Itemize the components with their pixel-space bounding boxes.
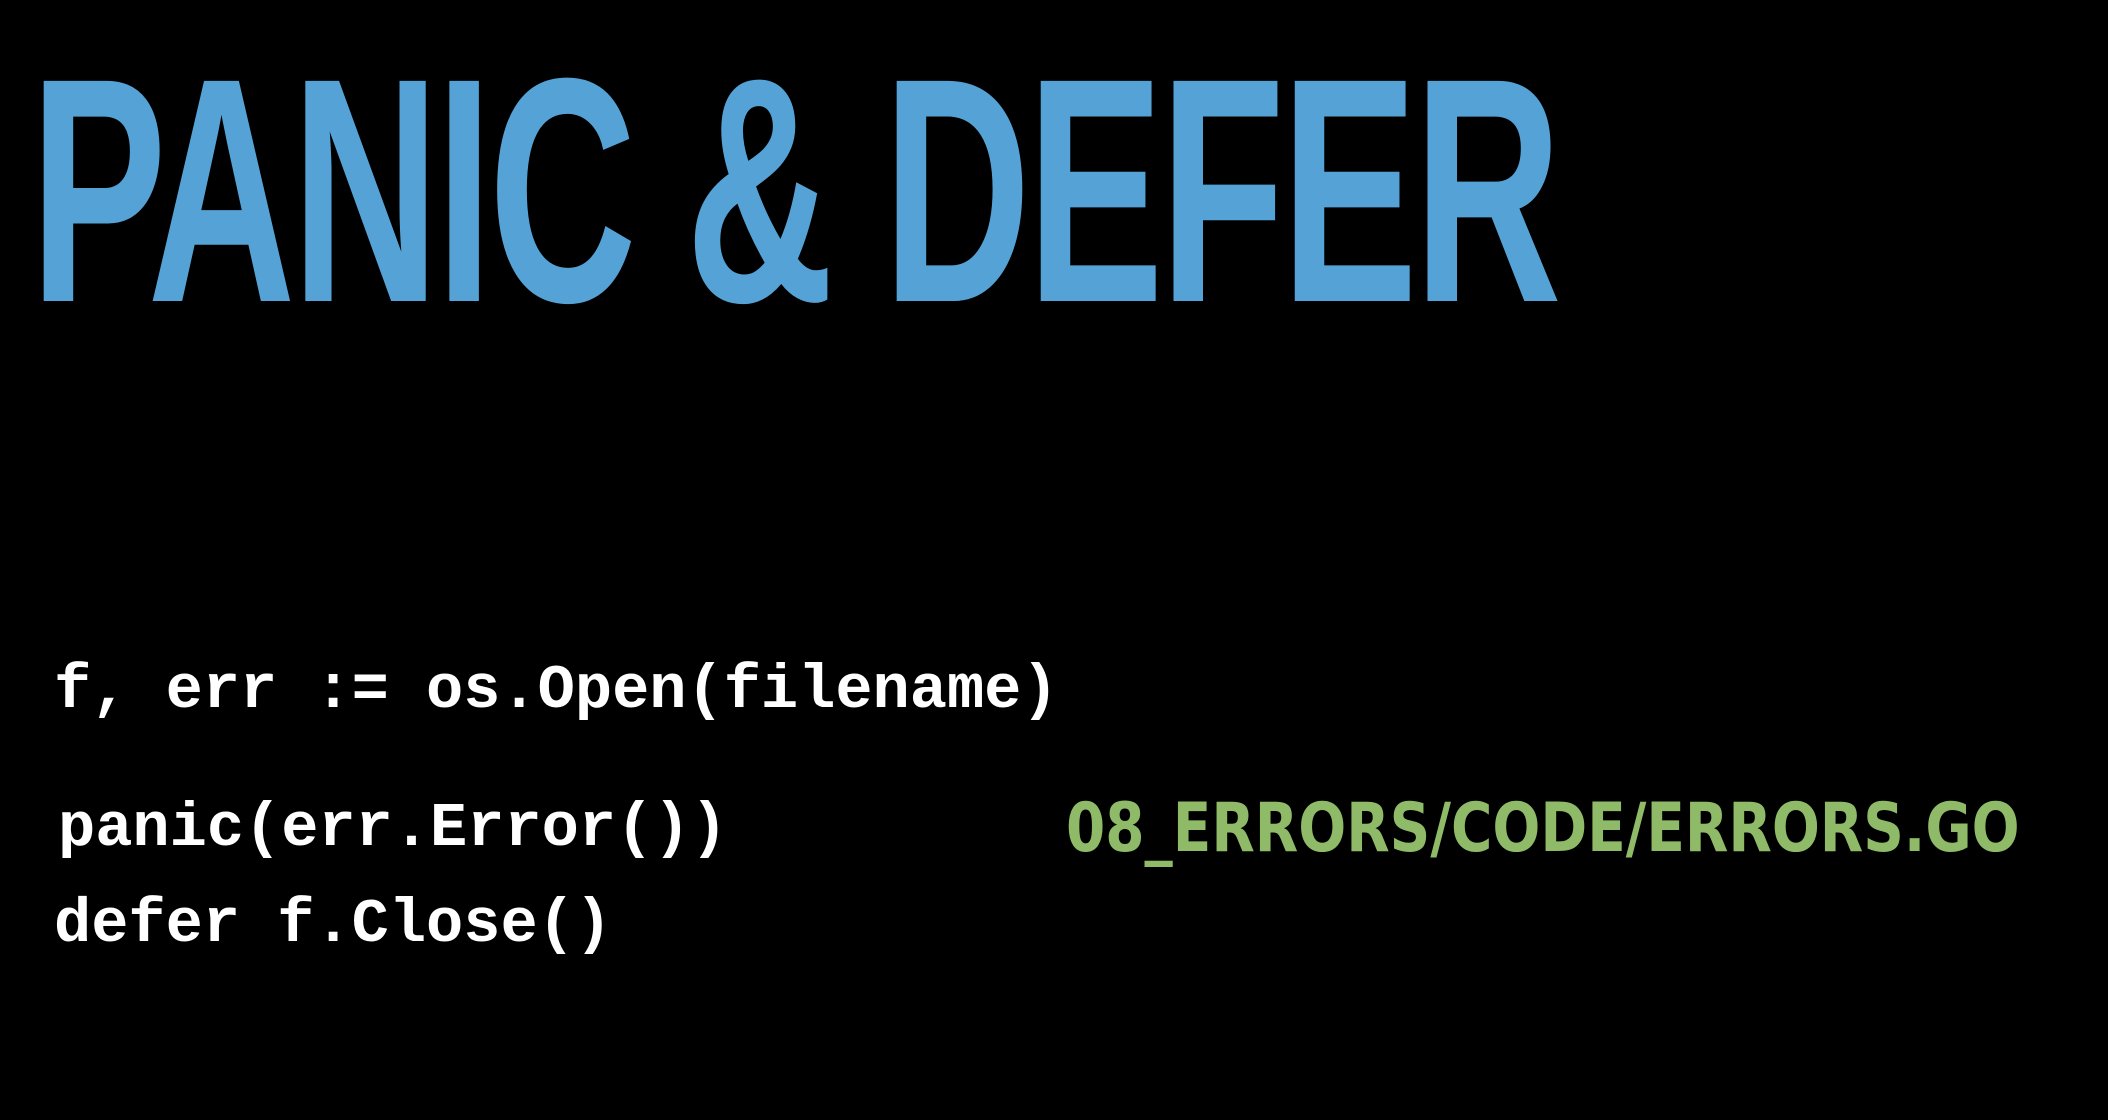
source-file-path: 08_ERRORS/CODE/ERRORS.GO xyxy=(1066,789,2020,868)
code-line-panic: panic(err.Error()) xyxy=(58,793,728,864)
slide: PANIC & DEFER f, err := os.Open(filename… xyxy=(0,0,2108,960)
code-line-defer: defer f.Close() xyxy=(54,889,613,960)
slide-title: PANIC & DEFER xyxy=(30,11,1562,369)
code-line-open: f, err := os.Open(filename) xyxy=(54,655,1059,726)
